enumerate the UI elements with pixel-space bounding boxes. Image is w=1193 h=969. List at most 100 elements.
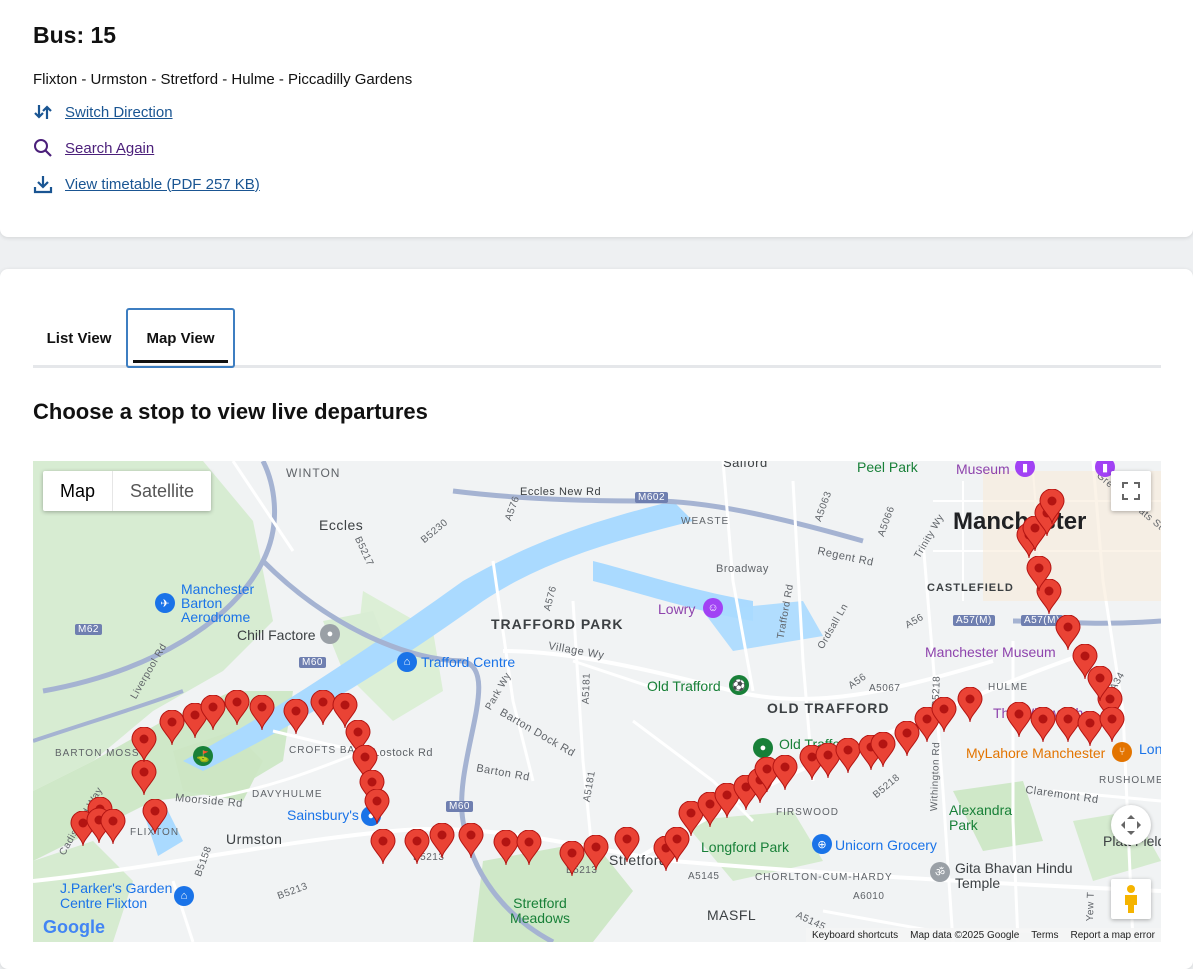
map-label-firswood: FIRSWOOD — [776, 807, 839, 818]
camera-control-button[interactable] — [1111, 805, 1151, 845]
tab-list-view[interactable]: List View — [33, 308, 125, 368]
bus-stop-pin[interactable] — [1099, 707, 1125, 743]
map-label-barton-moss: BARTON MOSS — [55, 748, 140, 759]
bus-stop-pin[interactable] — [283, 699, 309, 735]
stadium-icon[interactable]: ⚽ — [729, 675, 749, 695]
street-view-button[interactable] — [1111, 879, 1151, 919]
map-label-a6010: A6010 — [853, 891, 885, 902]
map-label-a5181-north: A5181 — [580, 672, 593, 705]
map-label-chorlton: CHORLTON-CUM-HARDY — [755, 872, 893, 883]
pegman-icon — [1125, 885, 1137, 913]
map-label-urmston: Urmston — [226, 831, 283, 847]
map-label-lon: Lon — [1139, 741, 1161, 757]
map-label-trafford-centre: Trafford Centre — [421, 654, 516, 670]
map-label-lostock-rd: Lostock Rd — [373, 747, 434, 759]
bus-stop-pin[interactable] — [1026, 556, 1052, 592]
search-icon — [34, 139, 52, 157]
google-logo: Google — [43, 917, 105, 938]
route-map[interactable]: Salford WINTON Peel Park Museum Eccles N… — [33, 461, 1161, 942]
temple-icon[interactable]: ॐ — [930, 862, 950, 882]
map-label-museum: Museum — [956, 461, 1010, 477]
shopping-icon[interactable]: ⌂ — [397, 652, 417, 672]
map-label-m60-south: M60 — [446, 801, 473, 812]
map-type-control: Map Satellite — [43, 471, 212, 511]
keyboard-shortcuts-link[interactable]: Keyboard shortcuts — [812, 930, 898, 941]
move-arrows-icon — [1121, 815, 1141, 835]
map-label-peel-park: Peel Park — [857, 461, 918, 475]
tab-map-view[interactable]: Map View — [126, 308, 235, 368]
map-label-stretford-meadows: Stretford Meadows — [510, 895, 570, 926]
map-type-satellite-button[interactable]: Satellite — [112, 471, 211, 511]
map-label-gita-bhavan: Gita Bhavan Hindu Temple — [955, 860, 1073, 891]
bus-stop-pin[interactable] — [1006, 702, 1032, 738]
map-label-a5067: A5067 — [869, 683, 901, 694]
bus-stop-pin[interactable] — [583, 835, 609, 871]
bus-stop-pin[interactable] — [249, 695, 275, 731]
tram-stop-icon[interactable]: ● — [753, 738, 773, 758]
map-label-alexandra-park: Alexandra Park — [949, 802, 1013, 833]
bus-stop-pin[interactable] — [1055, 615, 1081, 651]
map-label-a5145-east: A5145 — [688, 871, 720, 882]
bus-stop-pin[interactable] — [957, 687, 983, 723]
route-title: Bus: 15 — [33, 22, 117, 48]
map-label-winton: WINTON — [286, 466, 341, 480]
map-label-m62: M62 — [75, 624, 102, 635]
bus-stop-pin[interactable] — [131, 727, 157, 763]
bus-stop-pin[interactable] — [429, 823, 455, 859]
bus-stop-pin[interactable] — [1039, 489, 1065, 525]
search-again-link[interactable]: Search Again — [33, 138, 154, 158]
golf-icon[interactable]: ⛳ — [193, 746, 213, 766]
map-label-sainsburys: Sainsbury's — [287, 807, 359, 823]
report-map-error-link[interactable]: Report a map error — [1071, 930, 1155, 941]
grocery-icon[interactable]: ⊕ — [812, 834, 832, 854]
switch-direction-link[interactable]: Switch Direction — [33, 102, 173, 122]
bus-stop-pin[interactable] — [559, 841, 585, 877]
bus-stop-pin[interactable] — [931, 697, 957, 733]
search-again-label: Search Again — [65, 139, 155, 157]
map-label-aerodrome: Manchester Barton Aerodrome — [181, 581, 255, 625]
fullscreen-button[interactable] — [1111, 471, 1151, 511]
map-label-a57m-west: A57(M) — [953, 615, 995, 626]
bus-stop-pin[interactable] — [404, 829, 430, 865]
map-label-hulme: HULME — [988, 682, 1029, 693]
map-type-map-button[interactable]: Map — [43, 471, 112, 511]
bus-stop-pin[interactable] — [516, 830, 542, 866]
garden-centre-icon[interactable]: ⌂ — [174, 886, 194, 906]
route-description: Flixton - Urmston - Stretford - Hulme - … — [33, 71, 413, 88]
map-data-attribution: Map data ©2025 Google — [910, 929, 1020, 941]
map-label-old-trafford-area: OLD TRAFFORD — [767, 700, 890, 716]
stops-heading: Choose a stop to view live departures — [33, 399, 428, 424]
bus-stop-pin[interactable] — [142, 799, 168, 835]
theatre-icon[interactable]: ☺ — [703, 598, 723, 618]
bus-stop-pin[interactable] — [614, 827, 640, 863]
map-label-weaste: WEASTE — [681, 516, 730, 527]
map-label-davyhulme: DAVYHULME — [252, 789, 323, 800]
map-label-trafford-park: TRAFFORD PARK — [491, 616, 624, 632]
map-label-eccles: Eccles — [319, 517, 364, 533]
map-label-castlefield: CASTLEFIELD — [927, 582, 1014, 594]
bus-stop-pin[interactable] — [772, 755, 798, 791]
bus-stop-pin[interactable] — [458, 823, 484, 859]
view-timetable-link[interactable]: View timetable (PDF 257 KB) — [33, 174, 260, 194]
view-tabs: List View Map View — [33, 308, 1161, 368]
airport-icon[interactable]: ✈ — [155, 593, 175, 613]
switch-direction-label: Switch Direction — [65, 103, 173, 121]
restaurant-icon[interactable]: ⑂ — [1112, 742, 1132, 762]
place-icon[interactable]: ● — [320, 624, 340, 644]
terms-link[interactable]: Terms — [1031, 930, 1058, 941]
switch-direction-icon — [34, 105, 52, 119]
bus-stop-pin[interactable] — [364, 789, 390, 825]
bus-stop-pin[interactable] — [131, 760, 157, 796]
bus-stop-pin[interactable] — [370, 829, 396, 865]
bus-stop-pin[interactable] — [1030, 707, 1056, 743]
bus-stop-pin[interactable] — [100, 809, 126, 845]
map-label-yew-tree: Yew T — [1084, 891, 1097, 922]
map-label-mylahore: MyLahore Manchester — [966, 745, 1106, 761]
map-label-old-trafford-stadium: Old Trafford — [647, 678, 721, 694]
map-label-manchester-museum: Manchester Museum — [925, 644, 1056, 660]
map-label-unicorn-grocery: Unicorn Grocery — [835, 837, 937, 853]
map-label-chill-factore: Chill Factore — [237, 627, 316, 643]
bus-stop-pin[interactable] — [224, 690, 250, 726]
bus-stop-pin[interactable] — [200, 695, 226, 731]
bus-stop-pin[interactable] — [870, 732, 896, 768]
